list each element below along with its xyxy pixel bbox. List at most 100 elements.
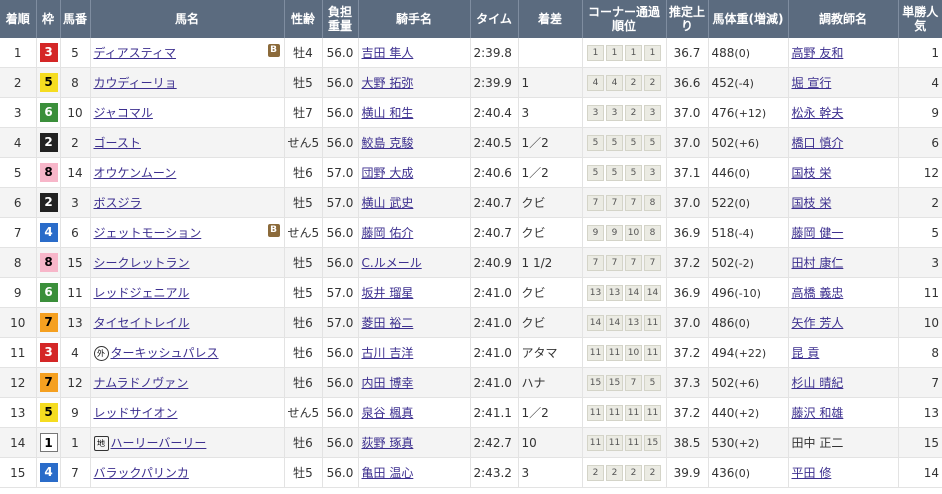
horse-number-cell: 11: [60, 277, 91, 308]
margin-cell: [518, 38, 583, 68]
horse-name-link[interactable]: シークレットラン: [94, 256, 190, 270]
sex-age: 牡5: [293, 466, 313, 480]
trainer-link[interactable]: 平田 修: [792, 466, 832, 480]
corner-cell: 7777: [582, 247, 667, 278]
popularity: 9: [931, 105, 939, 120]
body-weight-cell: 486(0): [708, 307, 789, 338]
trainer-cell: 国枝 栄: [788, 157, 899, 188]
rank-cell: 14: [0, 427, 37, 458]
body-weight-cell: 436(0): [708, 457, 789, 488]
margin-cell: 1 1/2: [518, 247, 583, 278]
jockey-link[interactable]: 横山 武史: [362, 196, 414, 210]
trainer-link[interactable]: 藤岡 健一: [792, 226, 844, 240]
jockey-link[interactable]: 内田 博幸: [362, 376, 414, 390]
horse-name-link[interactable]: ジャコマル: [94, 106, 153, 120]
horse-name-link[interactable]: オウケンムーン: [94, 166, 177, 180]
popularity: 15: [923, 435, 939, 450]
jockey-link[interactable]: 吉田 隼人: [362, 46, 414, 60]
last-3f: 36.9: [673, 285, 701, 300]
body-weight-change: (-4): [734, 226, 754, 240]
trainer-link[interactable]: 橋口 慎介: [792, 136, 844, 150]
horse-name-link[interactable]: ゴースト: [94, 136, 141, 150]
horse-name-link[interactable]: ナムラドノヴァン: [94, 376, 189, 390]
horse-cell: シークレットラン: [90, 247, 285, 278]
popularity: 7: [931, 375, 939, 390]
jockey-cell: 横山 和生: [358, 97, 471, 128]
table-row: 11 3 4 外ターキッシュパレス 牡6 56.0 古川 吉洋 2:41.0 アタマ 11 11 10…: [0, 337, 942, 368]
horse-name-link[interactable]: ボスジラ: [94, 196, 142, 210]
horse-number-cell: 4: [60, 337, 91, 368]
table-row: 10 7 13 タイセイトレイル 牡6 57.0 菱田 裕二 2:41.0 クビ 14 14 13 11…: [0, 307, 942, 338]
horse-name-link[interactable]: レッドサイオン: [94, 406, 178, 420]
corner-position: 11: [644, 404, 661, 421]
trainer-cell: 松永 幹夫: [788, 97, 899, 128]
jockey-link[interactable]: 坂井 瑠星: [362, 286, 414, 300]
trainer-link[interactable]: 高橋 義忠: [792, 286, 844, 300]
rank-cell: 1: [0, 38, 37, 68]
finish-time: 2:43.2: [473, 465, 512, 480]
horse-number-cell: 12: [60, 367, 91, 398]
horse-number: 1: [71, 435, 79, 450]
carried-weight: 56.0: [326, 465, 354, 480]
corner-position: 1: [625, 44, 642, 61]
jockey-link[interactable]: C.ルメール: [362, 256, 422, 270]
horse-name-link[interactable]: ハーリーバーリー: [111, 436, 207, 450]
horse-name-link[interactable]: タイセイトレイル: [94, 316, 190, 330]
trainer-cell: 杉山 晴紀: [788, 367, 899, 398]
margin: ハナ: [521, 376, 546, 390]
trainer-link[interactable]: 藤沢 和雄: [792, 406, 844, 420]
horse-number: 5: [71, 45, 79, 60]
trainer-link[interactable]: 田村 康仁: [792, 256, 844, 270]
jockey-link[interactable]: 泉谷 楓真: [362, 406, 414, 420]
trainer-link[interactable]: 国枝 栄: [792, 196, 832, 210]
jockey-link[interactable]: 菱田 裕二: [362, 316, 414, 330]
waku-cell: 5: [36, 397, 61, 428]
last3f-cell: 37.0: [666, 307, 709, 338]
jockey-cell: 内田 博幸: [358, 367, 471, 398]
corner-position: 1: [606, 44, 623, 61]
corner-positions: 1111: [586, 44, 663, 61]
jockey-link[interactable]: 団野 大成: [362, 166, 414, 180]
trainer-link[interactable]: 堀 宣行: [792, 76, 832, 90]
horse-name-link[interactable]: ディアスティマ: [94, 46, 176, 60]
jockey-link[interactable]: 鮫島 克駿: [362, 136, 414, 150]
jockey-link[interactable]: 古川 吉洋: [362, 346, 414, 360]
trainer-link[interactable]: 矢作 芳人: [792, 316, 844, 330]
finish-time: 2:40.7: [473, 195, 512, 210]
jockey-link[interactable]: 藤岡 佑介: [362, 226, 414, 240]
corner-positions: 5553: [586, 164, 663, 181]
horse-number: 10: [67, 105, 83, 120]
jockey-link[interactable]: 荻野 琢真: [362, 436, 414, 450]
popularity-cell: 12: [898, 157, 942, 188]
last3f-cell: 37.2: [666, 337, 709, 368]
corner-position: 14: [625, 284, 642, 301]
trainer-link[interactable]: 杉山 晴紀: [792, 376, 844, 390]
header-rank: 着順: [0, 0, 37, 38]
corner-position: 2: [625, 104, 642, 121]
jockey-link[interactable]: 横山 和生: [362, 106, 414, 120]
horse-name-link[interactable]: カウディーリョ: [94, 76, 177, 90]
horse-name-link[interactable]: レッドジェニアル: [94, 286, 190, 300]
trainer-link[interactable]: 昆 貢: [792, 346, 820, 360]
trainer-link[interactable]: 高野 友和: [792, 46, 844, 60]
corner-positions: 11 11 10 11: [586, 344, 663, 361]
body-weight: 440: [711, 405, 735, 420]
finish-position: 11: [10, 345, 26, 360]
jockey-link[interactable]: 大野 拓弥: [362, 76, 414, 90]
body-weight-change: (+2): [734, 436, 760, 450]
rank-cell: 6: [0, 187, 37, 218]
finish-position: 2: [13, 75, 22, 90]
last3f-cell: 37.0: [666, 127, 709, 158]
trainer-link[interactable]: 松永 幹夫: [792, 106, 844, 120]
corner-position: 2: [644, 464, 661, 481]
time-cell: 2:41.0: [470, 337, 519, 368]
corner-cell: 15 15 7 5: [582, 367, 667, 398]
jockey-link[interactable]: 亀田 温心: [362, 466, 414, 480]
horse-name-link[interactable]: バラックパリンカ: [94, 466, 189, 480]
corner-position: 8: [644, 194, 661, 211]
horse-name-link[interactable]: ターキッシュパレス: [111, 346, 219, 360]
trainer-cell: 高野 友和: [788, 38, 899, 68]
margin-cell: 1／2: [518, 397, 583, 428]
horse-name-link[interactable]: ジェットモーション: [94, 226, 202, 240]
trainer-link[interactable]: 国枝 栄: [792, 166, 832, 180]
